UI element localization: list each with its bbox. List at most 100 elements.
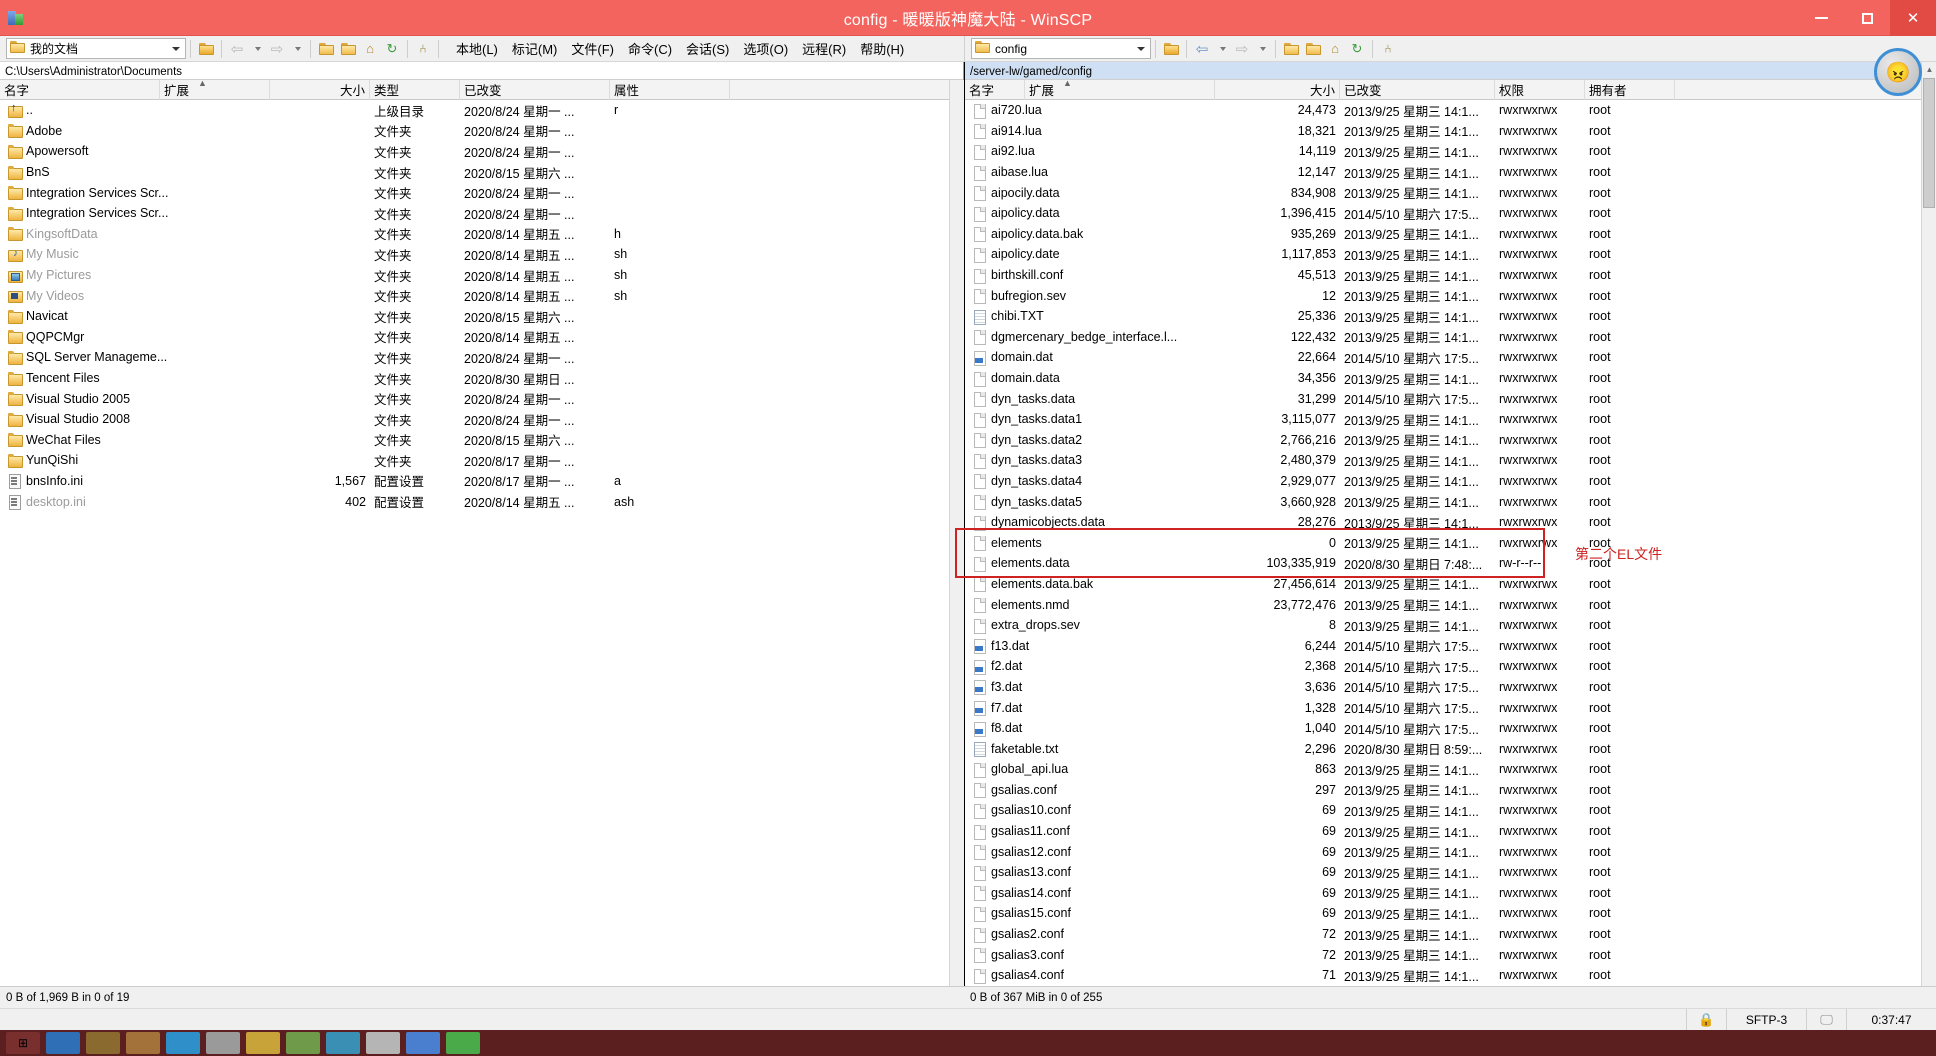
remote-table-row[interactable]: elements.data 103,335,919 2020/8/30 星期日 7:… (965, 553, 1936, 574)
close-button[interactable]: ✕ (1890, 0, 1936, 36)
remote-table-row[interactable]: domain.dat 22,664 2014/5/10 星期六 17:5... rwx… (965, 347, 1936, 368)
avatar[interactable]: 😠 (1874, 48, 1922, 96)
remote-file-list[interactable]: ai720.lua 24,473 2013/9/25 星期三 14:1... rwxr… (965, 100, 1936, 986)
minimize-button[interactable] (1798, 0, 1844, 36)
scrollbar-thumb[interactable] (1923, 78, 1935, 208)
taskbar-item-app4[interactable] (286, 1032, 320, 1054)
remote-table-row[interactable]: elements 0 2013/9/25 星期三 14:1... rwxrwxrwx r… (965, 532, 1936, 553)
menu-options[interactable]: 选项(O) (736, 37, 795, 60)
remote-column-header-owner[interactable]: 拥有者 (1585, 79, 1675, 100)
menu-remote[interactable]: 远程(R) (795, 37, 853, 60)
local-path-combo[interactable]: 我的文档 (6, 38, 186, 59)
local-table-row[interactable]: Navicat 文件夹 2020/8/15 星期六 ... (0, 306, 963, 327)
menu-command[interactable]: 命令(C) (621, 37, 679, 60)
remote-column-header-name[interactable]: 名字 (965, 79, 1025, 100)
local-table-row[interactable]: bnsInfo.ini 1,567 配置设置 2020/8/17 星期一 ... a (0, 471, 963, 492)
local-table-row[interactable]: Integration Services Scr... 文件夹 2020/8/24 … (0, 182, 963, 203)
taskbar-item-explorer[interactable] (86, 1032, 120, 1054)
remote-table-row[interactable]: dyn_tasks.data4 2,929,077 2013/9/25 星期三 14… (965, 471, 1936, 492)
remote-table-row[interactable]: birthskill.conf 45,513 2013/9/25 星期三 14:1.… (965, 265, 1936, 286)
remote-forward-button[interactable]: ⇨ (1231, 38, 1253, 60)
remote-table-row[interactable]: dyn_tasks.data3 2,480,379 2013/9/25 星期三 14… (965, 450, 1936, 471)
remote-back-button[interactable]: ⇦ (1191, 38, 1213, 60)
remote-table-row[interactable]: gsalias3.conf 72 2013/9/25 星期三 14:1... rwxr… (965, 944, 1936, 965)
remote-table-row[interactable]: dyn_tasks.data2 2,766,216 2013/9/25 星期三 14… (965, 430, 1936, 451)
home-directory-button[interactable]: ⌂ (359, 38, 381, 60)
taskbar-item-app5[interactable] (326, 1032, 360, 1054)
remote-column-header-rights[interactable]: 权限 (1495, 79, 1585, 100)
back-button[interactable]: ⇦ (226, 38, 248, 60)
local-table-row[interactable]: BnS 文件夹 2020/8/15 星期六 ... (0, 162, 963, 183)
open-folder-button[interactable] (195, 38, 217, 60)
remote-table-row[interactable]: f8.dat 1,040 2014/5/10 星期六 17:5... rwxrwxrw… (965, 718, 1936, 739)
local-table-row[interactable]: WeChat Files 文件夹 2020/8/15 星期六 ... (0, 430, 963, 451)
taskbar-item-app7[interactable] (446, 1032, 480, 1054)
taskbar-item-app3[interactable] (246, 1032, 280, 1054)
remote-table-row[interactable]: f7.dat 1,328 2014/5/10 星期六 17:5... rwxrwxrw… (965, 697, 1936, 718)
remote-table-row[interactable]: faketable.txt 2,296 2020/8/30 星期日 8:59:...… (965, 738, 1936, 759)
remote-table-row[interactable]: gsalias.conf 297 2013/9/25 星期三 14:1... rwxr… (965, 780, 1936, 801)
remote-address-bar[interactable]: /server-lw/gamed/config (965, 62, 1936, 80)
local-column-header-attrs[interactable]: 属性 (610, 79, 730, 100)
local-table-row[interactable]: Adobe 文件夹 2020/8/24 星期一 ... (0, 121, 963, 142)
remote-table-row[interactable]: ai914.lua 18,321 2013/9/25 星期三 14:1... rwxr… (965, 121, 1936, 142)
remote-column-header-ext[interactable]: 扩展 (1025, 79, 1215, 100)
menu-local[interactable]: 本地(L) (449, 37, 505, 60)
local-column-header-type[interactable]: 类型 (370, 79, 460, 100)
local-table-row[interactable]: My Pictures 文件夹 2020/8/14 星期五 ... sh (0, 265, 963, 286)
local-column-header-modified[interactable]: 已改变 (460, 79, 610, 100)
menu-help[interactable]: 帮助(H) (853, 37, 911, 60)
remote-table-row[interactable]: ai92.lua 14,119 2013/9/25 星期三 14:1... rwxrw… (965, 141, 1936, 162)
local-table-row[interactable]: YunQiShi 文件夹 2020/8/17 星期一 ... (0, 450, 963, 471)
remote-forward-dropdown[interactable] (1253, 38, 1271, 60)
taskbar-item-app6[interactable] (366, 1032, 400, 1054)
remote-table-row[interactable]: gsalias10.conf 69 2013/9/25 星期三 14:1... rwx… (965, 800, 1936, 821)
remote-table-row[interactable]: aipolicy.data.bak 935,269 2013/9/25 星期三 14… (965, 224, 1936, 245)
local-table-row[interactable]: KingsoftData 文件夹 2020/8/14 星期五 ... h (0, 224, 963, 245)
remote-table-row[interactable]: dyn_tasks.data5 3,660,928 2013/9/25 星期三 14… (965, 491, 1936, 512)
remote-table-row[interactable]: domain.data 34,356 2013/9/25 星期三 14:1... rw… (965, 368, 1936, 389)
encryption-status[interactable]: 🔒 (1686, 1008, 1726, 1031)
local-table-row[interactable]: My Music 文件夹 2020/8/14 星期五 ... sh (0, 244, 963, 265)
remote-table-row[interactable]: f2.dat 2,368 2014/5/10 星期六 17:5... rwxrwxrw… (965, 656, 1936, 677)
taskbar-item-winscp[interactable] (406, 1032, 440, 1054)
remote-back-dropdown[interactable] (1213, 38, 1231, 60)
remote-table-row[interactable]: gsalias12.conf 69 2013/9/25 星期三 14:1... rwx… (965, 841, 1936, 862)
remote-table-row[interactable]: gsalias14.conf 69 2013/9/25 星期三 14:1... rwx… (965, 883, 1936, 904)
local-table-row[interactable]: SQL Server Manageme... 文件夹 2020/8/24 星期一 .… (0, 347, 963, 368)
remote-table-row[interactable]: aipolicy.data 1,396,415 2014/5/10 星期六 17:5… (965, 203, 1936, 224)
remote-table-row[interactable]: ai720.lua 24,473 2013/9/25 星期三 14:1... rwxr… (965, 100, 1936, 121)
local-table-row[interactable]: Visual Studio 2008 文件夹 2020/8/24 星期一 ... (0, 409, 963, 430)
remote-root-directory-button[interactable] (1302, 38, 1324, 60)
remote-table-row[interactable]: bufregion.sev 12 2013/9/25 星期三 14:1... rwxr… (965, 285, 1936, 306)
local-table-row[interactable]: QQPCMgr 文件夹 2020/8/14 星期五 ... (0, 327, 963, 348)
directory-tree-button[interactable]: ⑃ (412, 38, 434, 60)
local-address-bar[interactable]: C:\Users\Administrator\Documents (0, 62, 963, 80)
remote-table-row[interactable]: f13.dat 6,244 2014/5/10 星期六 17:5... rwxrwxr… (965, 635, 1936, 656)
maximize-button[interactable] (1844, 0, 1890, 36)
taskbar-item-app2[interactable] (206, 1032, 240, 1054)
remote-parent-directory-button[interactable] (1280, 38, 1302, 60)
taskbar-item-app1[interactable] (166, 1032, 200, 1054)
remote-table-row[interactable]: aipolicy.date 1,117,853 2013/9/25 星期三 14:1… (965, 244, 1936, 265)
forward-dropdown[interactable] (288, 38, 306, 60)
local-table-row[interactable]: Visual Studio 2005 文件夹 2020/8/24 星期一 ... (0, 388, 963, 409)
chevron-down-icon[interactable] (172, 47, 180, 51)
remote-refresh-button[interactable]: ↻ (1346, 38, 1368, 60)
taskbar-item-browser[interactable] (46, 1032, 80, 1054)
remote-list-scrollbar[interactable]: ▲ ▼ (1921, 62, 1936, 1008)
parent-directory-button[interactable] (315, 38, 337, 60)
remote-table-row[interactable]: gsalias15.conf 69 2013/9/25 星期三 14:1... rwx… (965, 903, 1936, 924)
remote-table-row[interactable]: elements.nmd 23,772,476 2013/9/25 星期三 14:1… (965, 594, 1936, 615)
local-table-row[interactable]: Apowersoft 文件夹 2020/8/24 星期一 ... (0, 141, 963, 162)
scroll-up-arrow-icon[interactable]: ▲ (1922, 62, 1936, 77)
remote-table-row[interactable]: gsalias2.conf 72 2013/9/25 星期三 14:1... rwxr… (965, 924, 1936, 945)
local-table-row[interactable]: desktop.ini 402 配置设置 2020/8/14 星期五 ... ash (0, 491, 963, 512)
forward-button[interactable]: ⇨ (266, 38, 288, 60)
local-file-list[interactable]: .. 上级目录 2020/8/24 星期一 ... r Adobe 文件夹 2020/8/2… (0, 100, 963, 512)
local-table-row[interactable]: Tencent Files 文件夹 2020/8/30 星期日 ... (0, 368, 963, 389)
remote-table-row[interactable]: extra_drops.sev 8 2013/9/25 星期三 14:1... rwx… (965, 615, 1936, 636)
remote-table-row[interactable]: dyn_tasks.data 31,299 2014/5/10 星期六 17:5..… (965, 388, 1936, 409)
remote-table-row[interactable]: f3.dat 3,636 2014/5/10 星期六 17:5... rwxrwxrw… (965, 677, 1936, 698)
remote-table-row[interactable]: global_api.lua 863 2013/9/25 星期三 14:1... rw… (965, 759, 1936, 780)
